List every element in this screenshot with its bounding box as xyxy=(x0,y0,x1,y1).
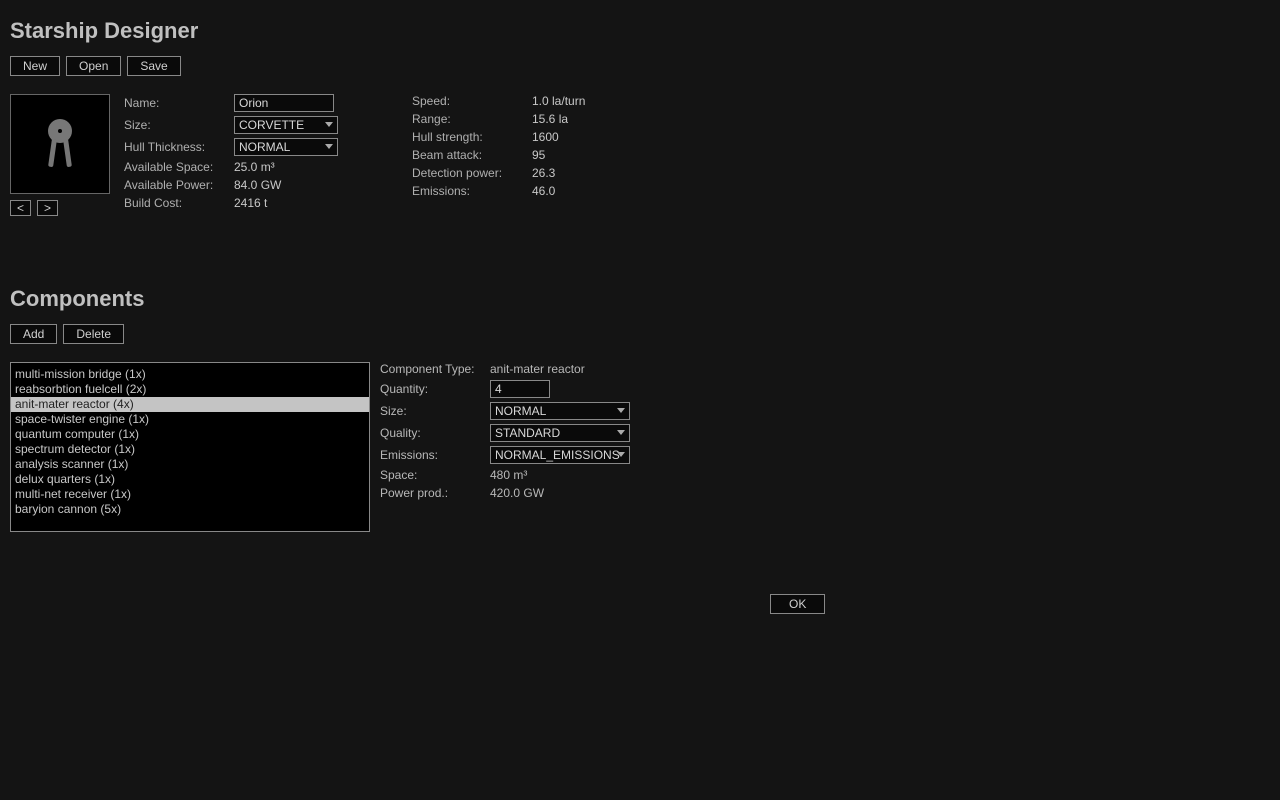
save-button[interactable]: Save xyxy=(127,56,180,76)
speed-value: 1.0 la/turn xyxy=(532,94,652,108)
component-emissions-select[interactable]: NORMAL_EMISSIONS xyxy=(490,446,630,464)
page-title: Starship Designer xyxy=(10,18,1270,44)
quality-select-value: STANDARD xyxy=(495,426,560,440)
quantity-input[interactable] xyxy=(490,380,550,398)
available-power-value: 84.0 GW xyxy=(234,178,364,192)
list-item[interactable]: delux quarters (1x) xyxy=(11,472,369,487)
size-select-value: CORVETTE xyxy=(239,118,304,132)
chevron-down-icon xyxy=(617,451,625,459)
ship-form: Name: Size: CORVETTE Hull Thickness: NOR… xyxy=(124,94,364,210)
list-item[interactable]: analysis scanner (1x) xyxy=(11,457,369,472)
preview-prev-button[interactable]: < xyxy=(10,200,31,216)
ship-icon xyxy=(40,119,80,169)
component-size-select-value: NORMAL xyxy=(495,404,546,418)
delete-button[interactable]: Delete xyxy=(63,324,124,344)
hull-thickness-select-value: NORMAL xyxy=(239,140,290,154)
list-item[interactable]: reabsorbtion fuelcell (2x) xyxy=(11,382,369,397)
list-item[interactable]: multi-net receiver (1x) xyxy=(11,487,369,502)
ship-preview-column: < > xyxy=(10,94,110,216)
component-size-label: Size: xyxy=(380,404,490,418)
power-prod-label: Power prod.: xyxy=(380,486,490,500)
component-listbox[interactable]: multi-mission bridge (1x)reabsorbtion fu… xyxy=(10,362,370,532)
ok-button[interactable]: OK xyxy=(770,594,825,614)
component-space-label: Space: xyxy=(380,468,490,482)
detection-power-value: 26.3 xyxy=(532,166,652,180)
chevron-down-icon xyxy=(325,121,333,129)
open-button[interactable]: Open xyxy=(66,56,121,76)
range-label: Range: xyxy=(412,112,532,126)
detection-power-label: Detection power: xyxy=(412,166,532,180)
list-item[interactable]: anit-mater reactor (4x) xyxy=(11,397,369,412)
emissions-value: 46.0 xyxy=(532,184,652,198)
main-toolbar: New Open Save xyxy=(10,56,1270,76)
range-value: 15.6 la xyxy=(532,112,652,126)
list-item[interactable]: space-twister engine (1x) xyxy=(11,412,369,427)
build-cost-value: 2416 t xyxy=(234,196,364,210)
hull-thickness-label: Hull Thickness: xyxy=(124,140,234,154)
component-emissions-select-value: NORMAL_EMISSIONS xyxy=(495,448,620,462)
component-emissions-label: Emissions: xyxy=(380,448,490,462)
hull-strength-value: 1600 xyxy=(532,130,652,144)
hull-thickness-select[interactable]: NORMAL xyxy=(234,138,338,156)
component-type-label: Component Type: xyxy=(380,362,490,376)
available-space-label: Available Space: xyxy=(124,160,234,174)
name-label: Name: xyxy=(124,96,234,110)
component-type-value: anit-mater reactor xyxy=(490,362,640,376)
add-button[interactable]: Add xyxy=(10,324,57,344)
list-item[interactable]: quantum computer (1x) xyxy=(11,427,369,442)
available-space-value: 25.0 m³ xyxy=(234,160,364,174)
emissions-label: Emissions: xyxy=(412,184,532,198)
ship-preview xyxy=(10,94,110,194)
hull-strength-label: Hull strength: xyxy=(412,130,532,144)
ship-stats: Speed: 1.0 la/turn Range: 15.6 la Hull s… xyxy=(412,94,652,198)
list-item[interactable]: baryion cannon (5x) xyxy=(11,502,369,517)
chevron-down-icon xyxy=(617,407,625,415)
quality-label: Quality: xyxy=(380,426,490,440)
component-size-select[interactable]: NORMAL xyxy=(490,402,630,420)
preview-next-button[interactable]: > xyxy=(37,200,58,216)
size-select[interactable]: CORVETTE xyxy=(234,116,338,134)
power-prod-value: 420.0 GW xyxy=(490,486,640,500)
chevron-down-icon xyxy=(617,429,625,437)
beam-attack-label: Beam attack: xyxy=(412,148,532,162)
quantity-label: Quantity: xyxy=(380,382,490,396)
speed-label: Speed: xyxy=(412,94,532,108)
name-input[interactable] xyxy=(234,94,334,112)
component-detail: Component Type: anit-mater reactor Quant… xyxy=(380,362,640,500)
build-cost-label: Build Cost: xyxy=(124,196,234,210)
size-label: Size: xyxy=(124,118,234,132)
component-space-value: 480 m³ xyxy=(490,468,640,482)
beam-attack-value: 95 xyxy=(532,148,652,162)
components-title: Components xyxy=(10,286,1270,312)
list-item[interactable]: spectrum detector (1x) xyxy=(11,442,369,457)
quality-select[interactable]: STANDARD xyxy=(490,424,630,442)
new-button[interactable]: New xyxy=(10,56,60,76)
list-item[interactable]: multi-mission bridge (1x) xyxy=(11,367,369,382)
available-power-label: Available Power: xyxy=(124,178,234,192)
components-toolbar: Add Delete xyxy=(10,324,1270,344)
chevron-down-icon xyxy=(325,143,333,151)
